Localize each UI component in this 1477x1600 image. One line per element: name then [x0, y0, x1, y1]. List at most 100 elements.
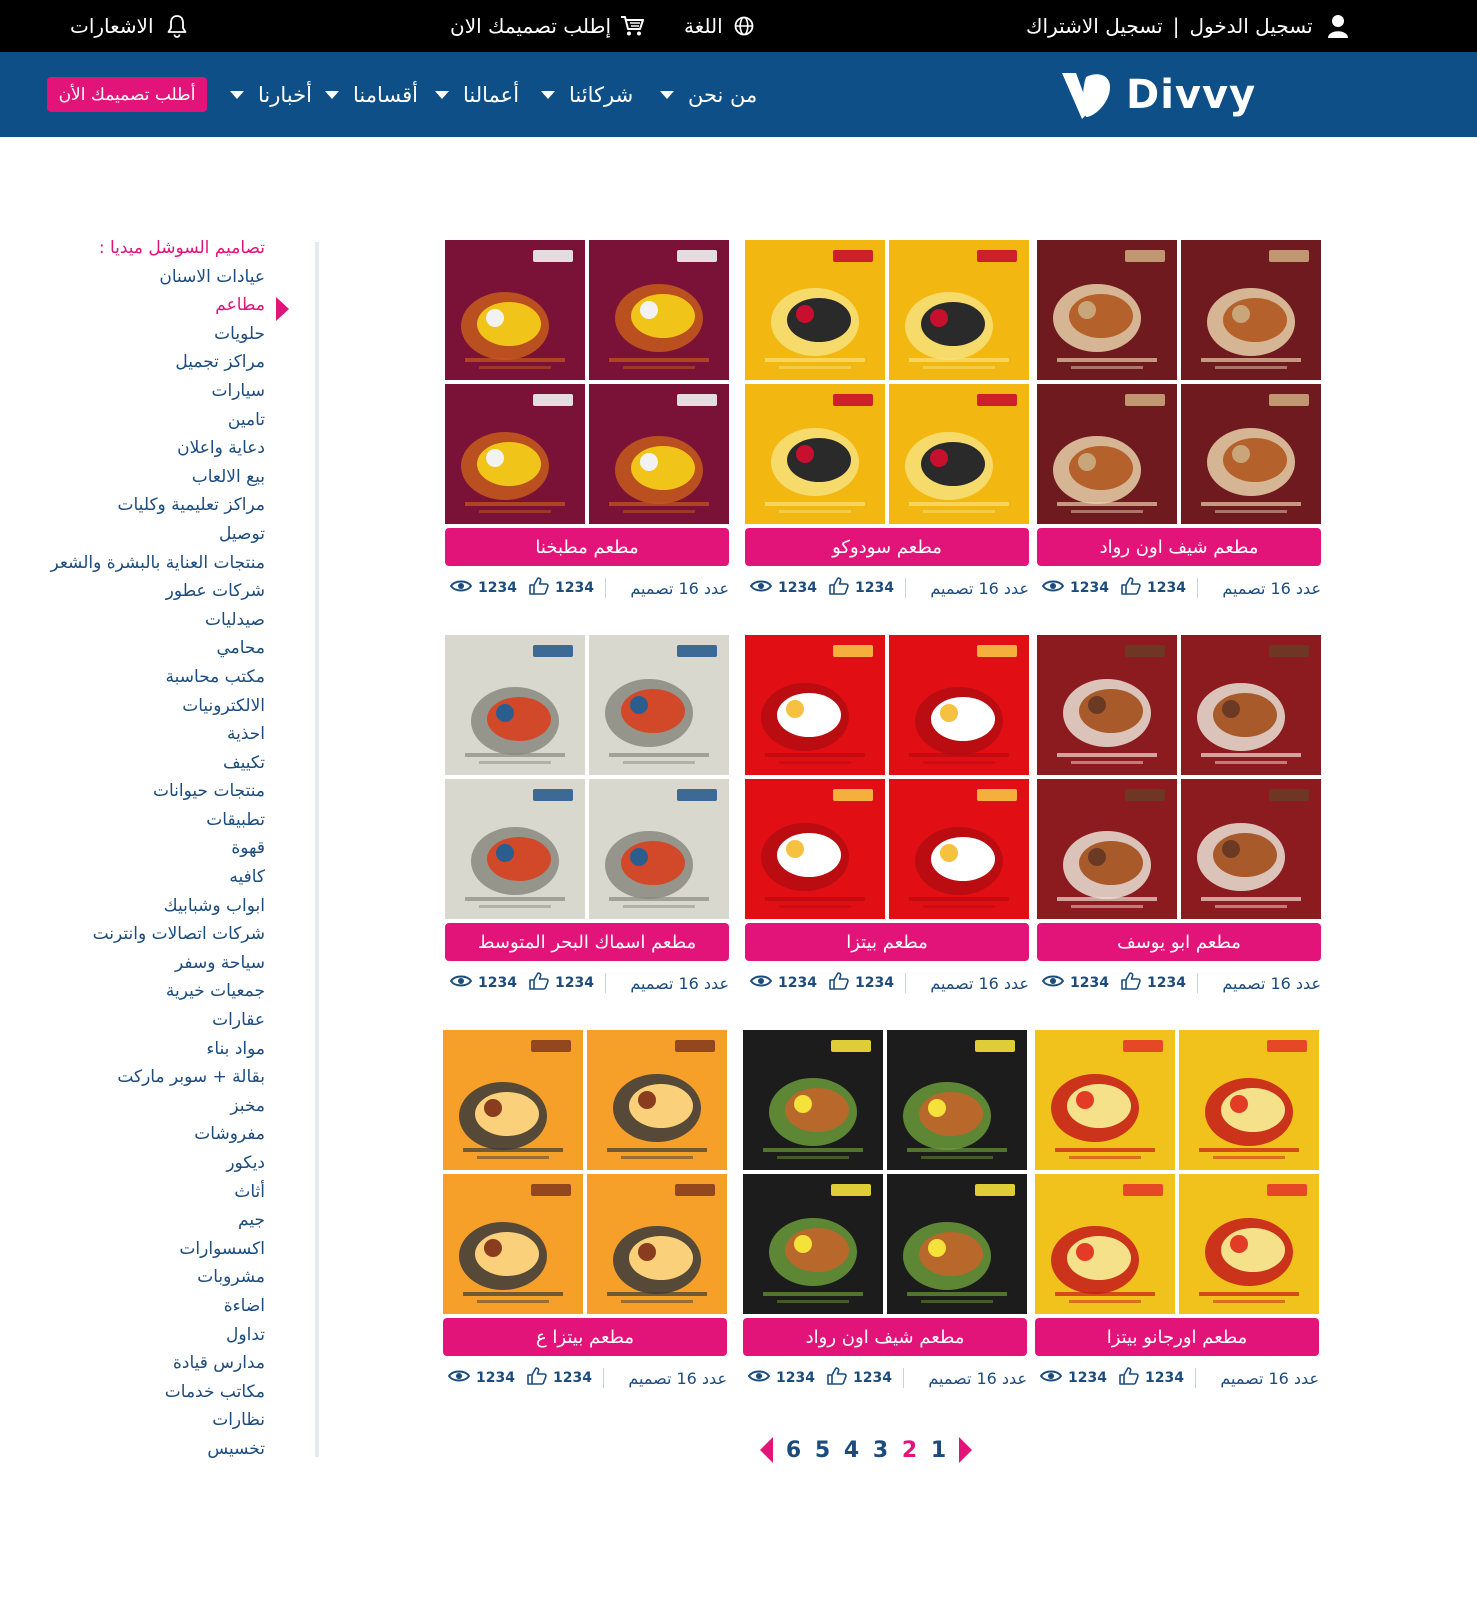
design-thumbnail-image[interactable] — [745, 635, 885, 775]
thumbs-up-icon[interactable] — [1121, 577, 1141, 599]
design-thumbnail-image[interactable] — [1179, 1174, 1319, 1314]
sidebar-item[interactable]: اضاءة — [20, 1292, 265, 1321]
design-card[interactable]: مطعم ابو يوسف عدد 16 تصميم 1234 1234 — [1037, 635, 1321, 993]
page-number[interactable]: 3 — [872, 1438, 889, 1463]
login-link[interactable]: تسجيل الدخول — [1189, 14, 1312, 38]
sidebar-item[interactable]: حلويات — [20, 320, 265, 349]
design-thumbnail-image[interactable] — [887, 1030, 1027, 1170]
sidebar-item[interactable]: منتجات العناية بالبشرة والشعر — [20, 549, 265, 578]
design-thumbnail-image[interactable] — [589, 779, 729, 919]
design-thumbnail-image[interactable] — [1035, 1030, 1175, 1170]
thumbs-up-icon[interactable] — [529, 972, 549, 994]
sidebar-item[interactable]: مكتب محاسبة — [20, 663, 265, 692]
card-title-button[interactable]: مطعم اورجانو بيتزا — [1035, 1318, 1319, 1356]
design-thumbnail-image[interactable] — [445, 240, 585, 380]
nav-about[interactable]: من نحن — [660, 52, 757, 137]
design-thumbnail-image[interactable] — [745, 240, 885, 380]
sidebar-item[interactable]: تخسيس — [20, 1435, 265, 1464]
design-thumbnail-image[interactable] — [589, 635, 729, 775]
page-number[interactable]: 5 — [814, 1438, 831, 1463]
sidebar-item[interactable]: بقالة + سوبر ماركت — [20, 1063, 265, 1092]
card-title-button[interactable]: مطعم ابو يوسف — [1037, 923, 1321, 961]
next-page-icon[interactable] — [959, 1437, 972, 1463]
design-thumbnail-image[interactable] — [587, 1030, 727, 1170]
sidebar-item[interactable]: تطبيقات — [20, 806, 265, 835]
card-title-button[interactable]: مطعم مطبخنا — [445, 528, 729, 566]
divvy-logo[interactable]: Divvy — [1058, 68, 1256, 122]
design-thumbnails[interactable] — [1037, 240, 1321, 524]
thumbs-up-icon[interactable] — [829, 972, 849, 994]
design-thumbnail-image[interactable] — [1181, 779, 1321, 919]
sidebar-item[interactable]: سياحة وسفر — [20, 949, 265, 978]
design-thumbnails[interactable] — [445, 635, 729, 919]
design-thumbnail-image[interactable] — [589, 384, 729, 524]
card-title-button[interactable]: مطعم بيتزا — [745, 923, 1029, 961]
design-thumbnail-image[interactable] — [443, 1030, 583, 1170]
page-number[interactable]: 2 — [901, 1438, 918, 1463]
design-thumbnail-image[interactable] — [1181, 635, 1321, 775]
sidebar-item[interactable]: عقارات — [20, 1006, 265, 1035]
design-thumbnails[interactable] — [743, 1030, 1027, 1314]
thumbs-up-icon[interactable] — [1119, 1367, 1139, 1389]
design-thumbnail-image[interactable] — [445, 384, 585, 524]
sidebar-item[interactable]: دعاية واعلان — [20, 434, 265, 463]
sidebar-item[interactable]: شركات عطور — [20, 577, 265, 606]
design-thumbnails[interactable] — [745, 635, 1029, 919]
sidebar-item[interactable]: قهوة — [20, 834, 265, 863]
design-thumbnail-image[interactable] — [887, 1174, 1027, 1314]
sidebar-item[interactable]: صيدليات — [20, 606, 265, 635]
sidebar-item[interactable]: تكييف — [20, 749, 265, 778]
sidebar-item[interactable]: مفروشات — [20, 1120, 265, 1149]
prev-page-icon[interactable] — [760, 1437, 773, 1463]
design-thumbnail-image[interactable] — [445, 635, 585, 775]
design-thumbnail-image[interactable] — [1035, 1174, 1175, 1314]
sidebar-item[interactable]: نظارات — [20, 1406, 265, 1435]
design-card[interactable]: مطعم شيف اون رواد عدد 16 تصميم 1234 1234 — [743, 1030, 1027, 1388]
sidebar-item[interactable]: مواد بناء — [20, 1035, 265, 1064]
sidebar-item[interactable]: مخبز — [20, 1092, 265, 1121]
design-thumbnail-image[interactable] — [445, 779, 585, 919]
thumbs-up-icon[interactable] — [829, 577, 849, 599]
design-card[interactable]: مطعم شيف اون رواد عدد 16 تصميم 1234 1234 — [1037, 240, 1321, 598]
design-thumbnail-image[interactable] — [743, 1174, 883, 1314]
page-number[interactable]: 1 — [930, 1438, 947, 1463]
sidebar-item[interactable]: ابواب وشبابيك — [20, 892, 265, 921]
sidebar-item[interactable]: جمعيات خيرية — [20, 977, 265, 1006]
page-number[interactable]: 6 — [785, 1438, 802, 1463]
design-thumbnail-image[interactable] — [1037, 384, 1177, 524]
sidebar-item[interactable]: ديكور — [20, 1149, 265, 1178]
design-thumbnail-image[interactable] — [1037, 240, 1177, 380]
sidebar-item[interactable]: توصيل — [20, 520, 265, 549]
sidebar-item[interactable]: بيع الالعاب — [20, 463, 265, 492]
nav-news[interactable]: أخبارنا — [230, 52, 312, 137]
design-thumbnail-image[interactable] — [889, 635, 1029, 775]
design-thumbnail-image[interactable] — [589, 240, 729, 380]
sidebar-item[interactable]: اكسسوارات — [20, 1235, 265, 1264]
sidebar-item[interactable]: مراكز تعليمية وكليات — [20, 491, 266, 520]
sidebar-item[interactable]: كافيه — [20, 863, 265, 892]
design-thumbnail-image[interactable] — [1181, 240, 1321, 380]
design-thumbnail-image[interactable] — [745, 384, 885, 524]
design-thumbnail-image[interactable] — [889, 240, 1029, 380]
design-thumbnail-image[interactable] — [889, 384, 1029, 524]
nav-sections[interactable]: أقسامنا — [325, 52, 418, 137]
page-number[interactable]: 4 — [843, 1438, 860, 1463]
thumbs-up-icon[interactable] — [527, 1367, 547, 1389]
design-card[interactable]: مطعم اورجانو بيتزا عدد 16 تصميم 1234 1234 — [1035, 1030, 1319, 1388]
design-card[interactable]: مطعم بيتزا عدد 16 تصميم 1234 1234 — [745, 635, 1029, 993]
sidebar-item[interactable]: مطاعم — [20, 291, 265, 320]
sidebar-item[interactable]: مدارس قيادة — [20, 1349, 265, 1378]
card-title-button[interactable]: مطعم اسماك البحر المتوسط — [445, 923, 729, 961]
design-thumbnails[interactable] — [1037, 635, 1321, 919]
design-thumbnail-image[interactable] — [1037, 779, 1177, 919]
sidebar-item[interactable]: شركات اتصالات وانترنت — [20, 920, 265, 949]
nav-works[interactable]: أعمالنا — [435, 52, 519, 137]
language-switch[interactable]: اللغة — [684, 0, 757, 52]
thumbs-up-icon[interactable] — [827, 1367, 847, 1389]
design-thumbnail-image[interactable] — [443, 1174, 583, 1314]
design-thumbnail-image[interactable] — [587, 1174, 727, 1314]
design-card[interactable]: مطعم بيتزا ع عدد 16 تصميم 1234 1234 — [443, 1030, 727, 1388]
design-thumbnail-image[interactable] — [1179, 1030, 1319, 1170]
sidebar-item[interactable]: سيارات — [20, 377, 266, 406]
sidebar-item[interactable]: تامين — [20, 406, 265, 435]
